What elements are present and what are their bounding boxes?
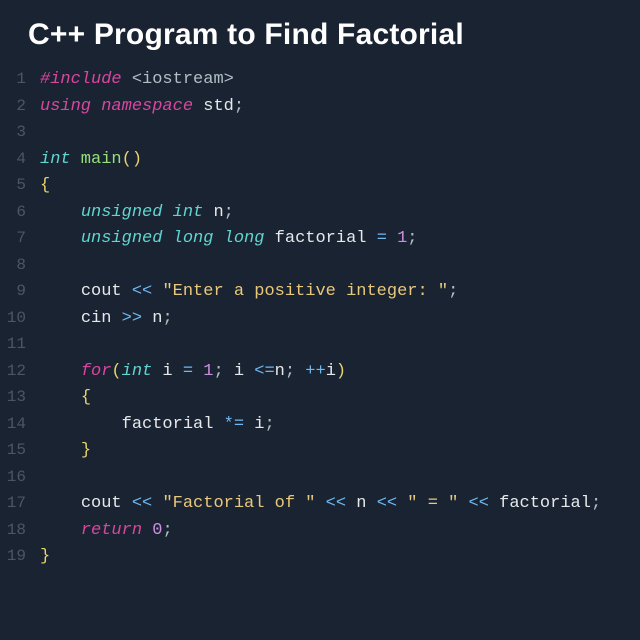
line-number: 4 — [0, 150, 40, 168]
line-number: 10 — [0, 309, 40, 327]
line-number: 7 — [0, 229, 40, 247]
line-number: 14 — [0, 415, 40, 433]
code-line: 16 — [0, 468, 640, 495]
code-content: #include <iostream> — [40, 70, 640, 89]
code-line: 11 — [0, 335, 640, 362]
code-line: 6 unsigned int n; — [0, 203, 640, 230]
line-number: 18 — [0, 521, 40, 539]
line-number: 16 — [0, 468, 40, 486]
code-content: { — [40, 388, 640, 407]
code-snippet-card: C++ Program to Find Factorial 1 #include… — [0, 0, 640, 574]
code-line: 18 return 0; — [0, 521, 640, 548]
code-content: unsigned long long factorial = 1; — [40, 229, 640, 248]
line-number: 17 — [0, 494, 40, 512]
code-line: 3 — [0, 123, 640, 150]
code-line: 1 #include <iostream> — [0, 70, 640, 97]
code-content: cout << "Enter a positive integer: "; — [40, 282, 640, 301]
line-number: 19 — [0, 547, 40, 565]
line-number: 8 — [0, 256, 40, 274]
code-content: cin >> n; — [40, 309, 640, 328]
line-number: 11 — [0, 335, 40, 353]
code-content: for(int i = 1; i <=n; ++i) — [40, 362, 640, 381]
code-block: 1 #include <iostream> 2 using namespace … — [0, 70, 640, 574]
line-number: 3 — [0, 123, 40, 141]
line-number: 2 — [0, 97, 40, 115]
line-number: 6 — [0, 203, 40, 221]
code-line: 17 cout << "Factorial of " << n << " = "… — [0, 494, 640, 521]
code-line: 14 factorial *= i; — [0, 415, 640, 442]
line-number: 9 — [0, 282, 40, 300]
code-content: return 0; — [40, 521, 640, 540]
code-content: unsigned int n; — [40, 203, 640, 222]
code-content: cout << "Factorial of " << n << " = " <<… — [40, 494, 640, 513]
code-line: 12 for(int i = 1; i <=n; ++i) — [0, 362, 640, 389]
title: C++ Program to Find Factorial — [0, 18, 640, 70]
code-content: factorial *= i; — [40, 415, 640, 434]
code-content: int main() — [40, 150, 640, 169]
line-number: 5 — [0, 176, 40, 194]
code-line: 13 { — [0, 388, 640, 415]
line-number: 1 — [0, 70, 40, 88]
code-line: 4 int main() — [0, 150, 640, 177]
code-line: 9 cout << "Enter a positive integer: "; — [0, 282, 640, 309]
code-content: } — [40, 547, 640, 566]
code-line: 7 unsigned long long factorial = 1; — [0, 229, 640, 256]
line-number: 12 — [0, 362, 40, 380]
code-line: 5 { — [0, 176, 640, 203]
code-line: 15 } — [0, 441, 640, 468]
code-content: using namespace std; — [40, 97, 640, 116]
line-number: 15 — [0, 441, 40, 459]
code-line: 10 cin >> n; — [0, 309, 640, 336]
code-line: 8 — [0, 256, 640, 283]
code-content: { — [40, 176, 640, 195]
code-content: } — [40, 441, 640, 460]
code-line: 2 using namespace std; — [0, 97, 640, 124]
line-number: 13 — [0, 388, 40, 406]
code-line: 19 } — [0, 547, 640, 574]
